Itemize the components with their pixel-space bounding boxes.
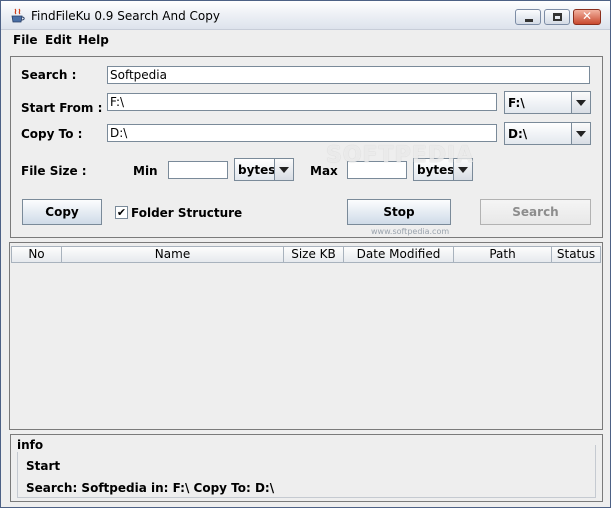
minimize-icon xyxy=(525,19,533,22)
minimize-button[interactable] xyxy=(515,9,541,25)
search-input[interactable]: Softpedia xyxy=(107,66,590,84)
maximize-button[interactable] xyxy=(544,9,570,25)
menu-help[interactable]: Help xyxy=(78,33,109,47)
max-unit-value: bytes xyxy=(417,163,455,177)
chevron-down-icon[interactable] xyxy=(453,159,472,180)
min-label: Min xyxy=(133,164,158,178)
max-label: Max xyxy=(310,164,338,178)
menu-edit[interactable]: Edit xyxy=(45,33,72,47)
chevron-down-icon[interactable] xyxy=(571,123,590,144)
stop-button[interactable]: Stop xyxy=(347,199,451,225)
chevron-down-icon[interactable] xyxy=(274,159,293,180)
column-header-status[interactable]: Status xyxy=(552,246,601,263)
menu-bar: File Edit Help xyxy=(1,30,610,50)
max-unit-select[interactable]: bytes xyxy=(413,158,473,181)
app-window: FindFileKu 0.9 Search And Copy ✕ File Ed… xyxy=(0,0,611,508)
copy-button[interactable]: Copy xyxy=(22,199,102,225)
search-form-panel: Search : Softpedia Start From : F:\ F:\ … xyxy=(10,56,603,238)
column-header-path[interactable]: Path xyxy=(454,246,552,263)
window-title: FindFileKu 0.9 Search And Copy xyxy=(31,9,220,23)
column-header-size[interactable]: Size KB xyxy=(284,246,344,263)
copy-to-drive-value: D:\ xyxy=(508,127,528,141)
max-size-input[interactable] xyxy=(347,161,407,179)
copy-to-drive-select[interactable]: D:\ xyxy=(504,122,591,145)
folder-structure-label: Folder Structure xyxy=(131,206,243,220)
results-table[interactable]: No Name Size KB Date Modified Path Statu… xyxy=(9,242,603,430)
info-panel: info Start Search: Softpedia in: F:\ Cop… xyxy=(10,434,603,502)
column-header-name[interactable]: Name xyxy=(62,246,284,263)
start-from-drive-select[interactable]: F:\ xyxy=(504,91,591,114)
start-from-drive-value: F:\ xyxy=(508,96,525,110)
start-from-label: Start From : xyxy=(21,101,103,115)
file-size-label: File Size : xyxy=(21,164,87,178)
close-icon: ✕ xyxy=(581,9,593,23)
search-label: Search : xyxy=(21,68,77,82)
min-size-input[interactable] xyxy=(168,161,228,179)
info-status-line: Start xyxy=(26,459,61,473)
java-cup-icon xyxy=(11,8,25,23)
info-summary-line: Search: Softpedia in: F:\ Copy To: D:\ xyxy=(26,481,275,495)
table-header: No Name Size KB Date Modified Path Statu… xyxy=(11,246,601,263)
min-unit-select[interactable]: bytes xyxy=(234,158,294,181)
copy-to-label: Copy To : xyxy=(21,127,83,141)
maximize-icon xyxy=(553,13,562,21)
info-title: info xyxy=(17,438,47,452)
copy-to-input[interactable]: D:\ xyxy=(107,124,497,142)
menu-file[interactable]: File xyxy=(13,33,38,47)
chevron-down-icon[interactable] xyxy=(571,92,590,113)
min-unit-value: bytes xyxy=(238,163,276,177)
search-button[interactable]: Search xyxy=(480,199,591,225)
column-header-no[interactable]: No xyxy=(11,246,62,263)
column-header-date-modified[interactable]: Date Modified xyxy=(344,246,454,263)
start-from-input[interactable]: F:\ xyxy=(107,93,497,111)
folder-structure-checkbox[interactable]: ✔ xyxy=(115,206,128,219)
title-bar[interactable]: FindFileKu 0.9 Search And Copy ✕ xyxy=(1,1,610,30)
close-button[interactable]: ✕ xyxy=(573,9,601,25)
